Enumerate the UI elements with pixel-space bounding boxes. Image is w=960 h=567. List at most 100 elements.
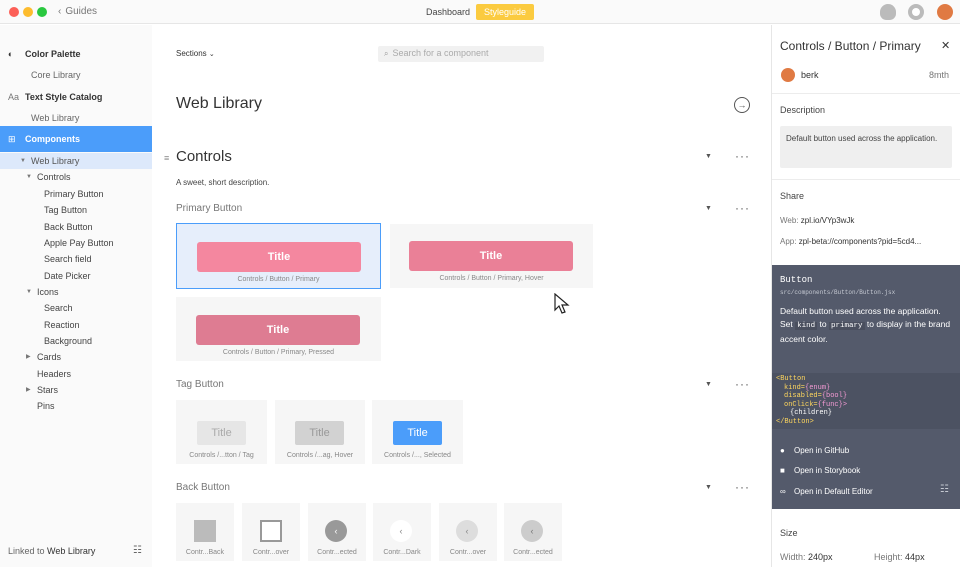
settings-sliders-icon[interactable]: ☷	[133, 545, 142, 556]
tag-button-preview: Title	[295, 421, 344, 445]
sections-dropdown[interactable]: Sections ⌄	[176, 49, 215, 58]
code-desc-set: Set	[780, 319, 793, 329]
open-in-default-editor-link[interactable]: ∞ Open in Default Editor	[780, 487, 873, 496]
close-window-button[interactable]	[9, 7, 19, 17]
sidebar-item-core-library[interactable]: Core Library	[0, 67, 152, 83]
sidebar-item-search[interactable]: Search	[0, 300, 152, 316]
size-width: Width: 240px	[780, 552, 833, 562]
minimize-window-button[interactable]	[23, 7, 33, 17]
chevron-down-icon: ⌄	[208, 51, 215, 58]
code-prop-disabled-type: {bool}	[821, 392, 848, 400]
sidebar-item-tag-button[interactable]: Tag Button	[0, 202, 152, 218]
sidebar-item-stars[interactable]: ▶ Stars	[0, 382, 152, 398]
sidebar-item-label: Apple Pay Button	[44, 238, 114, 248]
editor-settings-icon[interactable]: ☷	[940, 484, 949, 495]
code-desc-kind: kind	[795, 322, 818, 330]
drag-handle-icon[interactable]: ≡	[164, 153, 169, 163]
sidebar-item-date-picker[interactable]: Date Picker	[0, 268, 152, 284]
sidebar-item-icons[interactable]: ▼ Icons	[0, 284, 152, 300]
user-avatar[interactable]	[937, 4, 953, 20]
component-card-primary-hover[interactable]: Title Controls / Button / Primary, Hover	[390, 224, 593, 288]
sidebar-item-controls[interactable]: ▼ Controls	[0, 169, 152, 185]
component-card-primary[interactable]: Title Controls / Button / Primary	[176, 223, 381, 289]
more-options-icon[interactable]: ···	[735, 481, 750, 493]
code-prop-onclick-type: {func}>	[817, 400, 848, 409]
sidebar-item-label: Pins	[37, 401, 55, 411]
sections-label: Sections	[176, 49, 207, 58]
sidebar-item-background[interactable]: Background	[0, 333, 152, 349]
arrow-right-circle-icon[interactable]: →	[734, 97, 750, 113]
component-card-back-selected[interactable]: ‹ Contr...ected	[308, 503, 366, 561]
back-to-guides-button[interactable]: ‹ Guides	[58, 6, 97, 17]
open-in-github-link[interactable]: ● Open in GitHub	[780, 446, 849, 455]
search-placeholder: Search for a component	[392, 48, 489, 58]
sidebar-item-color-palette[interactable]: ◐ Color Palette	[0, 46, 152, 62]
sidebar-item-pins[interactable]: Pins	[0, 398, 152, 414]
chevron-left-icon: ‹	[390, 520, 412, 542]
close-icon[interactable]: ✕	[941, 39, 950, 52]
sidebar: ◐ Color Palette Core Library Aa Text Sty…	[0, 25, 152, 567]
more-options-icon[interactable]: ···	[735, 202, 750, 214]
primary-button-preview: Title	[409, 241, 573, 271]
share-app-link[interactable]: App: zpl-beta://components?pid=5cd4...	[780, 237, 921, 246]
help-lifebuoy-icon[interactable]	[908, 4, 924, 20]
component-card-back-dark-selected[interactable]: ‹ Contr...ected	[504, 503, 562, 561]
sidebar-item-apple-pay-button[interactable]: Apple Pay Button	[0, 235, 152, 251]
tab-styleguide[interactable]: Styleguide	[476, 4, 535, 20]
storybook-icon: ■	[780, 466, 785, 475]
width-value: 240px	[808, 552, 833, 562]
sidebar-item-search-field[interactable]: Search field	[0, 251, 152, 267]
component-card-back-dark[interactable]: ‹ Contr...Dark	[373, 503, 431, 561]
back-button-preview	[260, 520, 282, 542]
card-label: Controls / Button / Primary, Pressed	[222, 349, 335, 356]
linked-library-link[interactable]: Web Library	[47, 546, 95, 556]
sidebar-item-web-library-text[interactable]: Web Library	[0, 110, 152, 126]
component-card-primary-pressed[interactable]: Title Controls / Button / Primary, Press…	[176, 297, 381, 361]
tab-dashboard[interactable]: Dashboard	[420, 4, 476, 20]
sidebar-item-headers[interactable]: Headers	[0, 366, 152, 382]
share-web-link[interactable]: Web: zpl.io/VYp3wJk	[780, 216, 854, 225]
code-component-path[interactable]: src/components/Button/Button.jsx	[780, 289, 895, 296]
more-options-icon[interactable]: ···	[735, 150, 750, 162]
filter-triangle-icon[interactable]: ▼	[705, 381, 712, 388]
sidebar-item-label: Date Picker	[44, 271, 91, 281]
sidebar-item-reaction[interactable]: Reaction	[0, 317, 152, 333]
component-card-tag[interactable]: Title Controls /...tton / Tag	[176, 400, 267, 464]
description-heading: Description	[780, 105, 826, 115]
filter-triangle-icon[interactable]: ▼	[705, 205, 712, 212]
size-height: Height: 44px	[874, 552, 925, 562]
sidebar-item-label: Web Library	[31, 156, 80, 166]
top-tabs: Dashboard Styleguide	[420, 4, 535, 20]
description-text: Default button used across the applicati…	[780, 126, 952, 168]
link-label: Open in GitHub	[794, 446, 850, 455]
section-description: A sweet, short description.	[176, 178, 270, 187]
sidebar-item-back-button[interactable]: Back Button	[0, 219, 152, 235]
linked-prefix: Linked to	[8, 546, 45, 556]
code-component-name: Button	[780, 275, 813, 285]
code-snippet[interactable]: <Button kind={enum} disabled={bool} onCl…	[772, 373, 960, 429]
zoom-window-button[interactable]	[37, 7, 47, 17]
open-in-storybook-link[interactable]: ■ Open in Storybook	[780, 466, 860, 475]
sidebar-item-components[interactable]: ⊞ Components	[0, 126, 152, 152]
component-card-back-hover[interactable]: Contr...over	[242, 503, 300, 561]
sidebar-item-primary-button[interactable]: Primary Button	[0, 186, 152, 202]
caret-down-icon: ▼	[26, 174, 32, 180]
filter-triangle-icon[interactable]: ▼	[705, 153, 712, 160]
code-desc-to: to	[819, 319, 827, 329]
component-card-back-dark-hover[interactable]: ‹ Contr...over	[439, 503, 497, 561]
sidebar-item-web-library-components[interactable]: ▼ Web Library	[0, 153, 152, 169]
component-card-tag-hover[interactable]: Title Controls /...ag, Hover	[275, 400, 365, 464]
filter-triangle-icon[interactable]: ▼	[705, 484, 712, 491]
notification-bell-icon[interactable]	[880, 4, 896, 20]
sidebar-item-label: Stars	[37, 385, 59, 395]
code-desc-line-1: Default button used across the applicati…	[780, 306, 941, 316]
more-options-icon[interactable]: ···	[735, 378, 750, 390]
sidebar-item-cards[interactable]: ▶ Cards	[0, 349, 152, 365]
component-search-input[interactable]: ⌕ Search for a component	[378, 46, 544, 62]
component-card-tag-selected[interactable]: Title Controls /..., Selected	[372, 400, 463, 464]
main-content: Sections ⌄ ⌕ Search for a component Web L…	[152, 25, 772, 567]
share-app-value: zpl-beta://components?pid=5cd4...	[798, 237, 922, 246]
component-card-back[interactable]: Contr...Back	[176, 503, 234, 561]
sidebar-item-text-style-catalog[interactable]: Aa Text Style Catalog	[0, 89, 152, 105]
width-label: Width:	[780, 552, 806, 562]
